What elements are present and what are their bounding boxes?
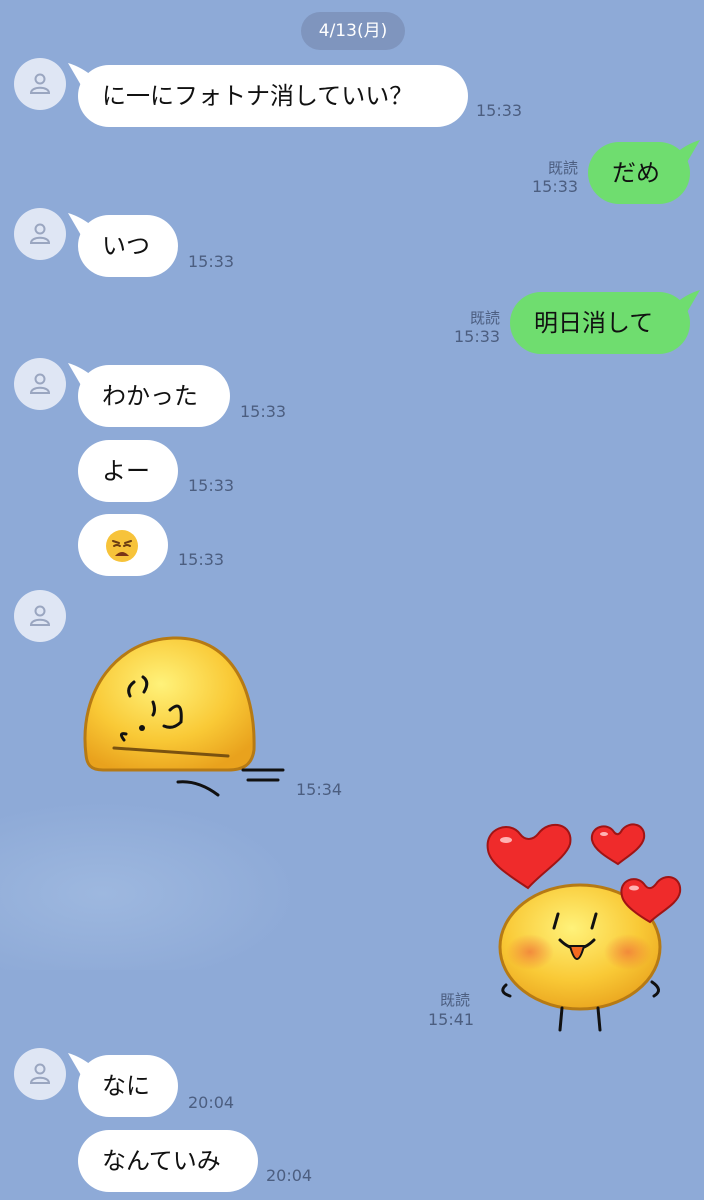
message-time: 15:33 [178,550,225,569]
avatar[interactable] [14,1048,66,1100]
message-time: 15:34 [296,780,343,799]
message-text: だめ [612,159,660,187]
message-time: 15:33 [454,327,501,346]
background-cloud [0,800,300,970]
message-time: 15:33 [188,252,235,271]
person-icon [29,1063,51,1084]
message-time: 15:41 [428,1010,475,1029]
avatar[interactable] [14,590,66,642]
read-receipt: 既読 [547,159,578,177]
message-time: 20:04 [188,1093,235,1112]
message-bubble-incoming[interactable]: いつ [68,213,178,277]
message-bubble-incoming[interactable]: よー [78,440,178,502]
read-receipt: 既読 [439,991,470,1009]
date-separator: 4/13(月) [301,12,405,50]
message-text: 明日消して [534,309,654,337]
message-bubble-incoming[interactable]: なに [68,1053,178,1117]
message-text: なんていみ [102,1147,221,1175]
message-time: 20:04 [266,1166,313,1185]
message-text: わかった [102,382,198,410]
person-icon [29,373,51,394]
avatar[interactable] [14,58,66,110]
message-text: に一にフォトナ消していい？ [102,82,414,110]
sticker-lying-blob[interactable] [78,630,288,805]
avatar[interactable] [14,208,66,260]
message-bubble-incoming[interactable]: に一にフォトナ消していい？ [68,63,468,127]
message-time: 15:33 [532,177,579,196]
message-bubble-incoming[interactable]: なんていみ [78,1130,258,1192]
person-icon [29,73,51,94]
read-receipt: 既読 [469,309,500,327]
message-bubble-incoming[interactable] [78,514,168,576]
message-text: なに [102,1072,150,1100]
message-bubble-outgoing[interactable]: だめ [588,140,700,204]
message-text: いつ [102,232,150,260]
message-text: よー [102,457,150,485]
message-bubble-outgoing[interactable]: 明日消して [510,290,700,354]
message-time: 15:33 [240,402,287,421]
person-icon [29,605,51,626]
avatar[interactable] [14,358,66,410]
message-time: 15:33 [476,101,523,120]
weary-face-icon [106,530,138,562]
sticker-hearts-blob[interactable] [480,822,690,1037]
person-icon [29,223,51,244]
message-bubble-incoming[interactable]: わかった [68,363,230,427]
message-time: 15:33 [188,476,235,495]
